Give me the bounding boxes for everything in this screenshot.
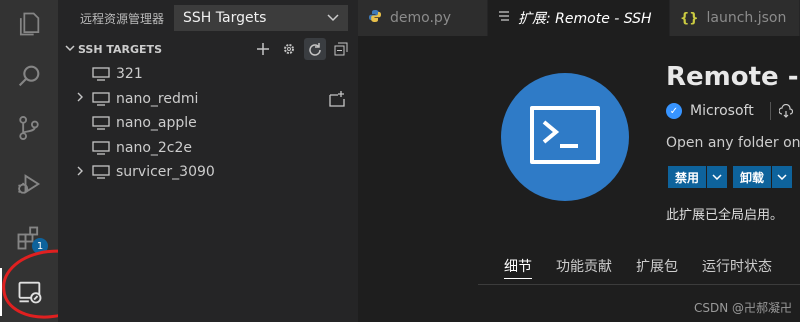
ssh-target-row[interactable]: nano_apple	[58, 111, 358, 136]
remote-type-select[interactable]: SSH Targets	[174, 5, 349, 31]
extension-name: Remote - S	[666, 62, 800, 92]
tab-extension-remote-ssh[interactable]: 扩展: Remote - SSH	[488, 0, 670, 36]
search-icon[interactable]	[0, 52, 58, 100]
uninstall-button[interactable]: 卸载	[733, 166, 793, 188]
monitor-icon	[92, 165, 110, 179]
extension-description: Open any folder on	[666, 135, 800, 151]
ssh-target-row[interactable]: nano_2c2e	[58, 136, 358, 161]
sidebar-title: 远程资源管理器	[80, 11, 165, 26]
editor-tabs: demo.py 扩展: Remote - SSH {} launch.json	[358, 0, 800, 36]
terminal-screen-icon	[530, 106, 600, 164]
tab-launch-json[interactable]: {} launch.json	[670, 0, 800, 36]
open-in-new-window-icon[interactable]	[328, 90, 346, 108]
chevron-right-icon[interactable]	[72, 166, 88, 179]
chevron-right-icon[interactable]	[72, 92, 88, 105]
sidebar-header: 远程资源管理器 SSH Targets	[58, 0, 358, 36]
collapse-all-icon[interactable]	[330, 38, 352, 60]
ssh-target-row[interactable]: survicer_3090	[58, 160, 358, 185]
section-title: SSH TARGETS	[78, 42, 162, 56]
source-control-icon[interactable]	[0, 104, 58, 152]
remote-explorer-sidebar: 远程资源管理器 SSH Targets SSH TARGETS 321 nano…	[58, 0, 358, 322]
refresh-icon[interactable]	[304, 38, 326, 60]
ssh-target-label: nano_redmi	[116, 90, 199, 107]
publisher-row: ✓ Microsoft	[666, 102, 793, 120]
monitor-icon	[92, 92, 110, 106]
monitor-icon	[92, 67, 110, 81]
monitor-icon	[92, 141, 110, 155]
remote-type-value: SSH Targets	[183, 10, 267, 26]
ssh-target-label: survicer_3090	[116, 164, 215, 181]
extension-details-page: Remote - S ✓ Microsoft Open any folder o…	[358, 36, 800, 322]
watermark: CSDN @卍郝凝卍	[693, 301, 792, 315]
tab-label: launch.json	[706, 10, 787, 26]
divider	[769, 102, 771, 120]
add-icon[interactable]	[252, 38, 274, 60]
verified-icon: ✓	[666, 103, 682, 119]
ssh-targets-section-header[interactable]: SSH TARGETS	[58, 36, 358, 62]
tab-demo-py[interactable]: demo.py	[358, 0, 488, 36]
chevron-down-icon	[62, 44, 78, 55]
tab-extension-pack[interactable]: 扩展包	[636, 256, 678, 279]
monitor-icon	[92, 116, 110, 130]
tab-label: demo.py	[390, 10, 452, 26]
gear-icon[interactable]	[278, 38, 300, 60]
disable-label: 禁用	[668, 166, 707, 188]
run-debug-icon[interactable]	[0, 160, 58, 208]
tab-runtime-status[interactable]: 运行时状态	[702, 256, 772, 279]
ssh-target-label: nano_2c2e	[116, 139, 193, 156]
detail-tabs: 细节 功能贡献 扩展包 运行时状态	[504, 256, 772, 279]
divider	[478, 284, 800, 285]
activity-bar: 1	[0, 0, 104, 322]
json-icon: {}	[680, 10, 699, 26]
tab-details[interactable]: 细节	[504, 256, 532, 279]
python-icon	[368, 9, 382, 27]
remote-ssh-logo	[501, 73, 629, 201]
ssh-target-row[interactable]: 321	[58, 62, 358, 87]
tab-label: 扩展: Remote - SSH	[518, 11, 652, 27]
disable-button[interactable]: 禁用	[668, 166, 728, 188]
cloud-download-icon	[778, 104, 793, 118]
extension-icon	[498, 10, 510, 26]
chevron-down-icon[interactable]	[707, 166, 728, 188]
section-toolbar	[252, 38, 352, 60]
ssh-target-row[interactable]: nano_redmi	[58, 87, 358, 112]
extension-actions: 禁用 卸载	[668, 166, 793, 188]
remote-explorer-icon[interactable]	[0, 268, 58, 316]
publisher-name[interactable]: Microsoft	[690, 103, 754, 119]
extensions-badge: 1	[32, 238, 48, 254]
global-enabled-note: 此扩展已全局启用。	[666, 208, 784, 223]
chevron-down-icon[interactable]	[772, 166, 793, 188]
chevron-down-icon	[327, 14, 339, 22]
uninstall-label: 卸载	[733, 166, 772, 188]
ssh-target-label: nano_apple	[116, 115, 197, 132]
tab-feature-contributions[interactable]: 功能贡献	[556, 256, 612, 279]
extensions-icon[interactable]	[0, 214, 58, 262]
explorer-icon[interactable]	[0, 0, 58, 48]
ssh-target-label: 321	[116, 66, 143, 83]
